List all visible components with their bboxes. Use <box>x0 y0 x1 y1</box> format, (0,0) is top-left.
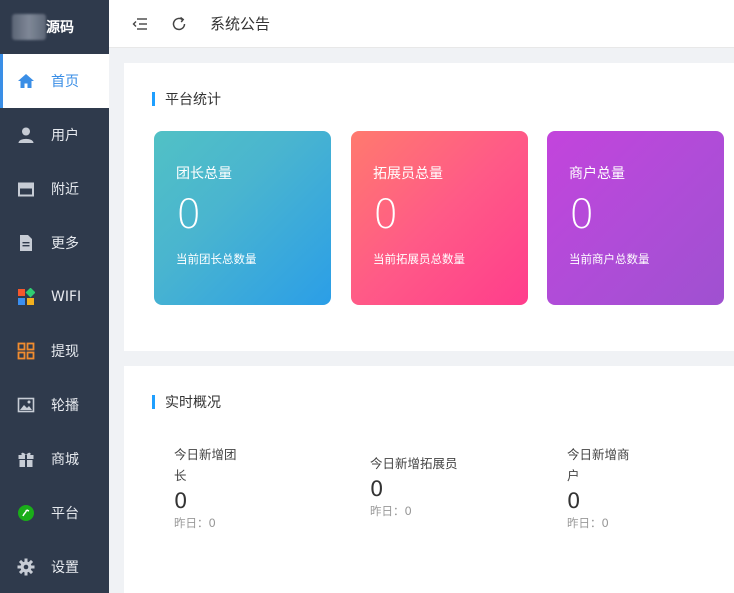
stat-value: 0 <box>567 489 581 513</box>
blurred-logo <box>12 14 46 40</box>
leader-total-card[interactable]: 团长总量 0 当前团长总数量 <box>154 131 331 305</box>
home-icon <box>17 72 35 90</box>
today-new-leaders: 今日新增团 长 0 昨日：0 <box>174 444 254 531</box>
top-bar: 系统公告 <box>109 0 734 48</box>
app-grid-icon <box>17 288 35 306</box>
sidebar-item-withdraw[interactable]: 提现 <box>0 324 109 378</box>
section-title: 实时概况 <box>152 392 221 412</box>
section-title-text: 平台统计 <box>165 92 221 108</box>
sidebar-item-home[interactable]: 首页 <box>0 54 109 108</box>
stat-yesterday: 昨日：0 <box>370 504 412 518</box>
stat-label-line2: 户 <box>567 468 580 483</box>
card-subtitle: 当前团长总数量 <box>176 252 257 266</box>
card-value: 0 <box>569 192 595 238</box>
store-icon <box>17 180 35 198</box>
sidebar-item-wifi[interactable]: WIFI <box>0 270 109 324</box>
realtime-overview-panel: 实时概况 今日新增团 长 0 昨日：0 今日新增拓展员 0 昨日：0 今日新增商… <box>124 366 734 593</box>
promoter-total-card[interactable]: 拓展员总量 0 当前拓展员总数量 <box>351 131 528 305</box>
sidebar-item-user[interactable]: 用户 <box>0 108 109 162</box>
card-subtitle: 当前商户总数量 <box>569 252 650 266</box>
card-label: 团长总量 <box>176 166 232 182</box>
sidebar-item-label: 提现 <box>51 344 79 360</box>
sidebar-item-platform[interactable]: 平台 <box>0 486 109 540</box>
merchant-total-card[interactable]: 商户总量 0 当前商户总数量 <box>547 131 724 305</box>
brand[interactable]: 源码 <box>0 0 109 54</box>
card-subtitle: 当前拓展员总数量 <box>373 252 465 266</box>
user-icon <box>17 126 35 144</box>
gift-icon <box>17 450 35 468</box>
stat-label: 今日新增拓展员 <box>370 456 458 471</box>
sidebar-item-nearby[interactable]: 附近 <box>0 162 109 216</box>
refresh-icon[interactable] <box>170 15 188 33</box>
menu-toggle-icon[interactable] <box>131 15 149 33</box>
brand-text: 源码 <box>46 20 74 36</box>
section-title-text: 实时概况 <box>165 395 221 411</box>
stat-label: 今日新增商 户 <box>567 444 647 486</box>
sidebar-item-mall[interactable]: 商城 <box>0 432 109 486</box>
today-new-merchants: 今日新增商 户 0 昨日：0 <box>567 444 647 531</box>
image-icon <box>17 396 35 414</box>
card-label: 拓展员总量 <box>373 166 443 182</box>
sidebar-item-settings[interactable]: 设置 <box>0 540 109 593</box>
section-title: 平台统计 <box>152 89 221 109</box>
sidebar-item-label: WIFI <box>51 289 82 305</box>
stat-label-line1: 今日新增团 <box>174 447 237 462</box>
gear-icon <box>17 558 35 576</box>
sidebar-item-more[interactable]: 更多 <box>0 216 109 270</box>
sidebar-item-label: 设置 <box>51 560 79 576</box>
circle-icon <box>17 504 35 522</box>
card-value: 0 <box>176 192 202 238</box>
stat-value: 0 <box>370 477 384 501</box>
sidebar-item-label: 更多 <box>51 236 79 252</box>
stat-yesterday: 昨日：0 <box>174 516 216 530</box>
card-value: 0 <box>373 192 399 238</box>
sidebar-item-label: 轮播 <box>51 398 79 414</box>
sidebar-item-label: 首页 <box>51 74 79 90</box>
sidebar: 源码 首页 用户 附近 更多 WIFI 提现 轮播 商城 平台 设置 <box>0 0 109 593</box>
stat-label-line2: 长 <box>174 468 187 483</box>
platform-stats-panel: 平台统计 团长总量 0 当前团长总数量 拓展员总量 0 当前拓展员总数量 商户总… <box>124 63 734 351</box>
document-icon <box>17 234 35 252</box>
section-title-bar <box>152 92 155 106</box>
sidebar-item-label: 平台 <box>51 506 79 522</box>
stat-value: 0 <box>174 489 188 513</box>
sidebar-item-carousel[interactable]: 轮播 <box>0 378 109 432</box>
today-new-promoters: 今日新增拓展员 0 昨日：0 <box>370 453 480 519</box>
grid-icon <box>17 342 35 360</box>
stat-label-line1: 今日新增商 <box>567 447 630 462</box>
sidebar-item-label: 附近 <box>51 182 79 198</box>
card-label: 商户总量 <box>569 166 625 182</box>
page-title: 系统公告 <box>210 15 271 33</box>
sidebar-item-label: 用户 <box>51 128 79 144</box>
stat-label: 今日新增团 长 <box>174 444 254 486</box>
stat-yesterday: 昨日：0 <box>567 516 609 530</box>
sidebar-item-label: 商城 <box>51 452 79 468</box>
section-title-bar <box>152 395 155 409</box>
